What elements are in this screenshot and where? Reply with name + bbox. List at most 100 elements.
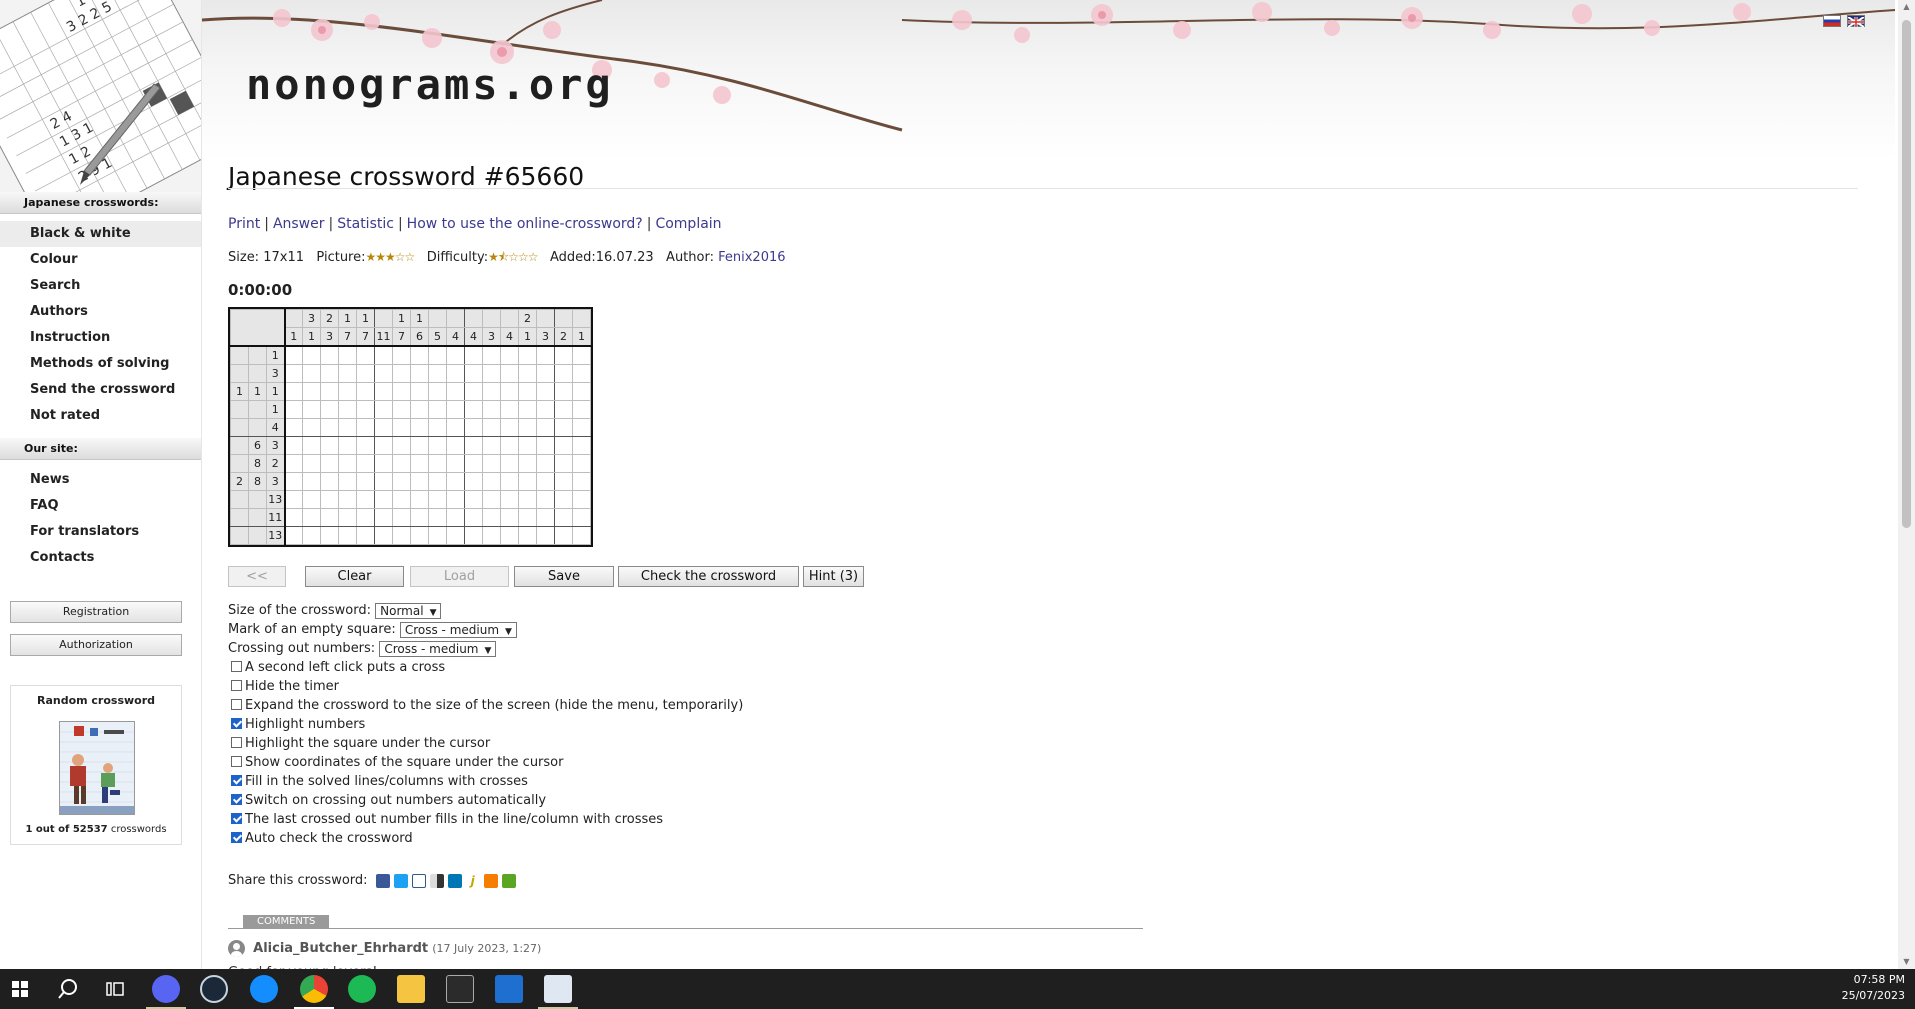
row-clue-cell[interactable] bbox=[248, 400, 267, 419]
grid-cell[interactable] bbox=[284, 382, 303, 401]
save-button[interactable]: Save bbox=[514, 566, 614, 587]
grid-cell[interactable] bbox=[320, 345, 339, 365]
column-clue-cell[interactable]: 1 bbox=[284, 327, 303, 347]
row-clue-cell[interactable]: 1 bbox=[230, 382, 249, 401]
comments-tab[interactable]: COMMENTS bbox=[243, 915, 330, 928]
scroll-down-icon[interactable]: ▼ bbox=[1898, 955, 1915, 969]
grid-cell[interactable] bbox=[428, 364, 447, 383]
grid-cell[interactable] bbox=[482, 364, 501, 383]
row-clue-cell[interactable] bbox=[248, 345, 267, 365]
grid-cell[interactable] bbox=[446, 508, 465, 527]
grid-cell[interactable] bbox=[446, 400, 465, 419]
russian-flag-icon[interactable] bbox=[1823, 15, 1841, 27]
grid-cell[interactable] bbox=[482, 436, 501, 455]
sidebar-item-translators[interactable]: For translators bbox=[0, 519, 201, 545]
setting-checkbox[interactable] bbox=[231, 756, 242, 767]
column-clue-cell[interactable] bbox=[446, 309, 465, 328]
grid-cell[interactable] bbox=[284, 400, 303, 419]
grid-cell[interactable] bbox=[518, 436, 537, 455]
grid-cell[interactable] bbox=[500, 508, 519, 527]
grid-cell[interactable] bbox=[464, 364, 483, 383]
grid-cell[interactable] bbox=[572, 454, 591, 473]
setting-checkbox-label[interactable]: The last crossed out number fills in the… bbox=[245, 812, 663, 827]
grid-cell[interactable] bbox=[302, 418, 321, 437]
grid-cell[interactable] bbox=[554, 436, 573, 455]
row-clue-cell[interactable]: 8 bbox=[248, 454, 267, 473]
column-clue-cell[interactable]: 1 bbox=[356, 309, 375, 328]
grid-cell[interactable] bbox=[554, 400, 573, 419]
grid-cell[interactable] bbox=[446, 436, 465, 455]
size-select[interactable]: Normal ▼ bbox=[375, 602, 442, 619]
grid-cell[interactable] bbox=[428, 508, 447, 527]
grid-cell[interactable] bbox=[374, 472, 393, 491]
grid-cell[interactable] bbox=[374, 436, 393, 455]
grid-cell[interactable] bbox=[500, 472, 519, 491]
row-clue-cell[interactable]: 6 bbox=[248, 436, 267, 455]
row-clue-cell[interactable]: 2 bbox=[230, 472, 249, 491]
grid-cell[interactable] bbox=[356, 400, 375, 419]
grid-cell[interactable] bbox=[464, 400, 483, 419]
grid-cell[interactable] bbox=[572, 472, 591, 491]
column-clue-cell[interactable]: 2 bbox=[554, 327, 573, 347]
column-clue-cell[interactable]: 1 bbox=[572, 327, 591, 347]
grid-cell[interactable] bbox=[446, 472, 465, 491]
facebook-icon[interactable] bbox=[375, 873, 390, 888]
undo-button[interactable]: << bbox=[228, 566, 286, 587]
site-logo-title[interactable]: nonograms.org bbox=[246, 60, 614, 109]
grid-cell[interactable] bbox=[410, 472, 429, 491]
row-clue-cell[interactable] bbox=[230, 526, 249, 545]
column-clue-cell[interactable]: 3 bbox=[536, 327, 555, 347]
row-clue-cell[interactable]: 8 bbox=[248, 472, 267, 491]
grid-cell[interactable] bbox=[374, 364, 393, 383]
grid-cell[interactable] bbox=[392, 382, 411, 401]
column-clue-cell[interactable] bbox=[482, 309, 501, 328]
grid-cell[interactable] bbox=[410, 382, 429, 401]
grid-cell[interactable] bbox=[482, 472, 501, 491]
column-clue-cell[interactable]: 4 bbox=[500, 327, 519, 347]
grid-cell[interactable] bbox=[554, 508, 573, 527]
row-clue-cell[interactable]: 1 bbox=[266, 382, 286, 401]
grid-cell[interactable] bbox=[500, 526, 519, 545]
authorization-button[interactable]: Authorization bbox=[10, 634, 182, 656]
grid-cell[interactable] bbox=[374, 382, 393, 401]
grid-cell[interactable] bbox=[554, 418, 573, 437]
grid-cell[interactable] bbox=[356, 364, 375, 383]
grid-cell[interactable] bbox=[284, 472, 303, 491]
grid-cell[interactable] bbox=[284, 436, 303, 455]
setting-checkbox-label[interactable]: Highlight numbers bbox=[245, 717, 365, 732]
column-clue-cell[interactable] bbox=[464, 309, 483, 328]
grid-cell[interactable] bbox=[302, 490, 321, 509]
row-clue-cell[interactable]: 4 bbox=[266, 418, 286, 437]
grid-cell[interactable] bbox=[500, 364, 519, 383]
grid-cell[interactable] bbox=[446, 526, 465, 545]
grid-cell[interactable] bbox=[410, 345, 429, 365]
column-clue-cell[interactable] bbox=[428, 309, 447, 328]
grid-cell[interactable] bbox=[554, 382, 573, 401]
grid-cell[interactable] bbox=[338, 454, 357, 473]
grid-cell[interactable] bbox=[374, 345, 393, 365]
grid-cell[interactable] bbox=[410, 436, 429, 455]
grid-cell[interactable] bbox=[554, 364, 573, 383]
setting-checkbox[interactable] bbox=[231, 775, 242, 786]
grid-cell[interactable] bbox=[320, 490, 339, 509]
grid-cell[interactable] bbox=[356, 472, 375, 491]
linkedin-icon[interactable] bbox=[447, 873, 462, 888]
grid-cell[interactable] bbox=[446, 382, 465, 401]
grid-cell[interactable] bbox=[500, 400, 519, 419]
clear-button[interactable]: Clear bbox=[305, 566, 404, 587]
grid-cell[interactable] bbox=[356, 418, 375, 437]
taskbar-clock[interactable]: 07:58 PM 25/07/2023 bbox=[1842, 972, 1905, 1004]
grid-cell[interactable] bbox=[572, 345, 591, 365]
grid-cell[interactable] bbox=[284, 364, 303, 383]
grid-cell[interactable] bbox=[464, 526, 483, 545]
column-clue-cell[interactable]: 1 bbox=[338, 309, 357, 328]
grid-cell[interactable] bbox=[302, 508, 321, 527]
grid-cell[interactable] bbox=[428, 472, 447, 491]
row-clue-cell[interactable] bbox=[248, 418, 267, 437]
grid-cell[interactable] bbox=[572, 490, 591, 509]
setting-checkbox-label[interactable]: Expand the crossword to the size of the … bbox=[245, 698, 743, 713]
row-clue-cell[interactable] bbox=[248, 526, 267, 545]
grid-cell[interactable] bbox=[554, 454, 573, 473]
grid-cell[interactable] bbox=[302, 526, 321, 545]
row-clue-cell[interactable] bbox=[248, 364, 267, 383]
